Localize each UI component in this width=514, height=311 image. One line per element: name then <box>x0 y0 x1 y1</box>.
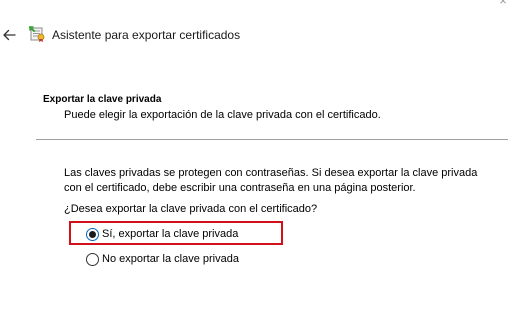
radio-button-unselected[interactable] <box>86 252 99 266</box>
header-divider <box>36 139 508 140</box>
export-question: ¿Desea exportar la clave privada con el … <box>64 203 318 215</box>
section-subheading: Puede elegir la exportación de la clave … <box>64 109 381 121</box>
radio-option-label[interactable]: No exportar la clave privada <box>102 253 239 265</box>
back-arrow-icon <box>3 29 16 41</box>
back-button[interactable] <box>1 27 17 43</box>
certificate-wizard-icon <box>29 25 47 43</box>
export-certificate-wizard: × Asistente para exportar certificados E… <box>0 0 514 311</box>
description-text: Las claves privadas se protegen con cont… <box>64 166 504 196</box>
description-line-1: Las claves privadas se protegen con cont… <box>64 167 478 179</box>
wizard-title: Asistente para exportar certificados <box>52 28 241 42</box>
radio-option-export-no[interactable]: No exportar la clave privada <box>86 252 239 266</box>
description-line-2: con el certificado, debe escribir una co… <box>64 182 416 194</box>
highlight-annotation-box <box>69 221 283 245</box>
close-button[interactable]: × <box>494 0 512 8</box>
section-heading: Exportar la clave privada <box>43 94 162 105</box>
